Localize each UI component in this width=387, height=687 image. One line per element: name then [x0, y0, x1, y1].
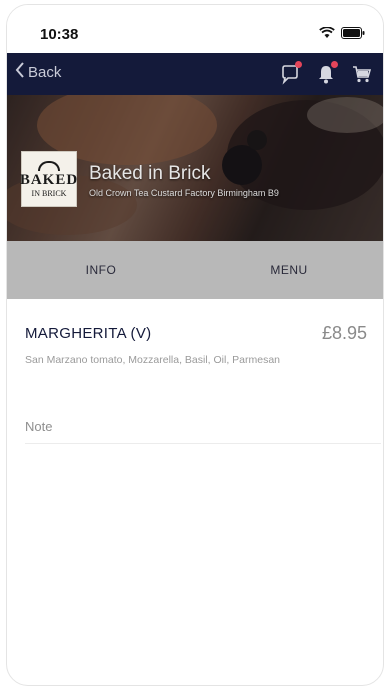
- logo-main-text: BAKED: [19, 171, 79, 188]
- notification-badge: [295, 61, 302, 68]
- tab-bar: INFO MENU: [7, 241, 383, 299]
- chevron-left-icon: [15, 62, 25, 82]
- item-description: San Marzano tomato, Mozzarella, Basil, O…: [25, 354, 281, 366]
- item-price: £8.95: [321, 323, 367, 343]
- logo-dome-icon: [38, 160, 60, 171]
- wifi-icon: [319, 26, 335, 44]
- restaurant-name: Baked in Brick: [89, 163, 211, 184]
- status-bar: 10:38: [7, 5, 383, 53]
- notification-badge: [331, 61, 338, 68]
- restaurant-banner: BAKED IN BRICK Baked in Brick Old Crown …: [7, 95, 383, 241]
- logo-sub-text: IN BRICK: [31, 188, 67, 198]
- restaurant-address: Old Crown Tea Custard Factory Birmingham…: [89, 188, 279, 198]
- tab-info[interactable]: INFO: [7, 241, 195, 299]
- item-name: MARGHERITA (V): [25, 325, 152, 342]
- restaurant-logo: BAKED IN BRICK: [19, 151, 79, 207]
- nav-icons: [279, 61, 373, 85]
- status-icons: [319, 26, 365, 44]
- tab-menu[interactable]: MENU: [195, 241, 383, 299]
- nav-bar: Back: [7, 53, 383, 95]
- status-time: 10:38: [40, 26, 79, 43]
- battery-icon: [341, 26, 365, 44]
- note-input[interactable]: [25, 409, 381, 444]
- bell-icon[interactable]: [315, 61, 338, 85]
- back-button[interactable]: Back: [15, 62, 61, 82]
- phone-frame: 10:38 Back BAKED IN BRICK Baked in Brick…: [6, 4, 384, 686]
- cart-icon[interactable]: [351, 63, 373, 85]
- chat-icon[interactable]: [279, 61, 302, 85]
- back-label: Back: [28, 63, 62, 81]
